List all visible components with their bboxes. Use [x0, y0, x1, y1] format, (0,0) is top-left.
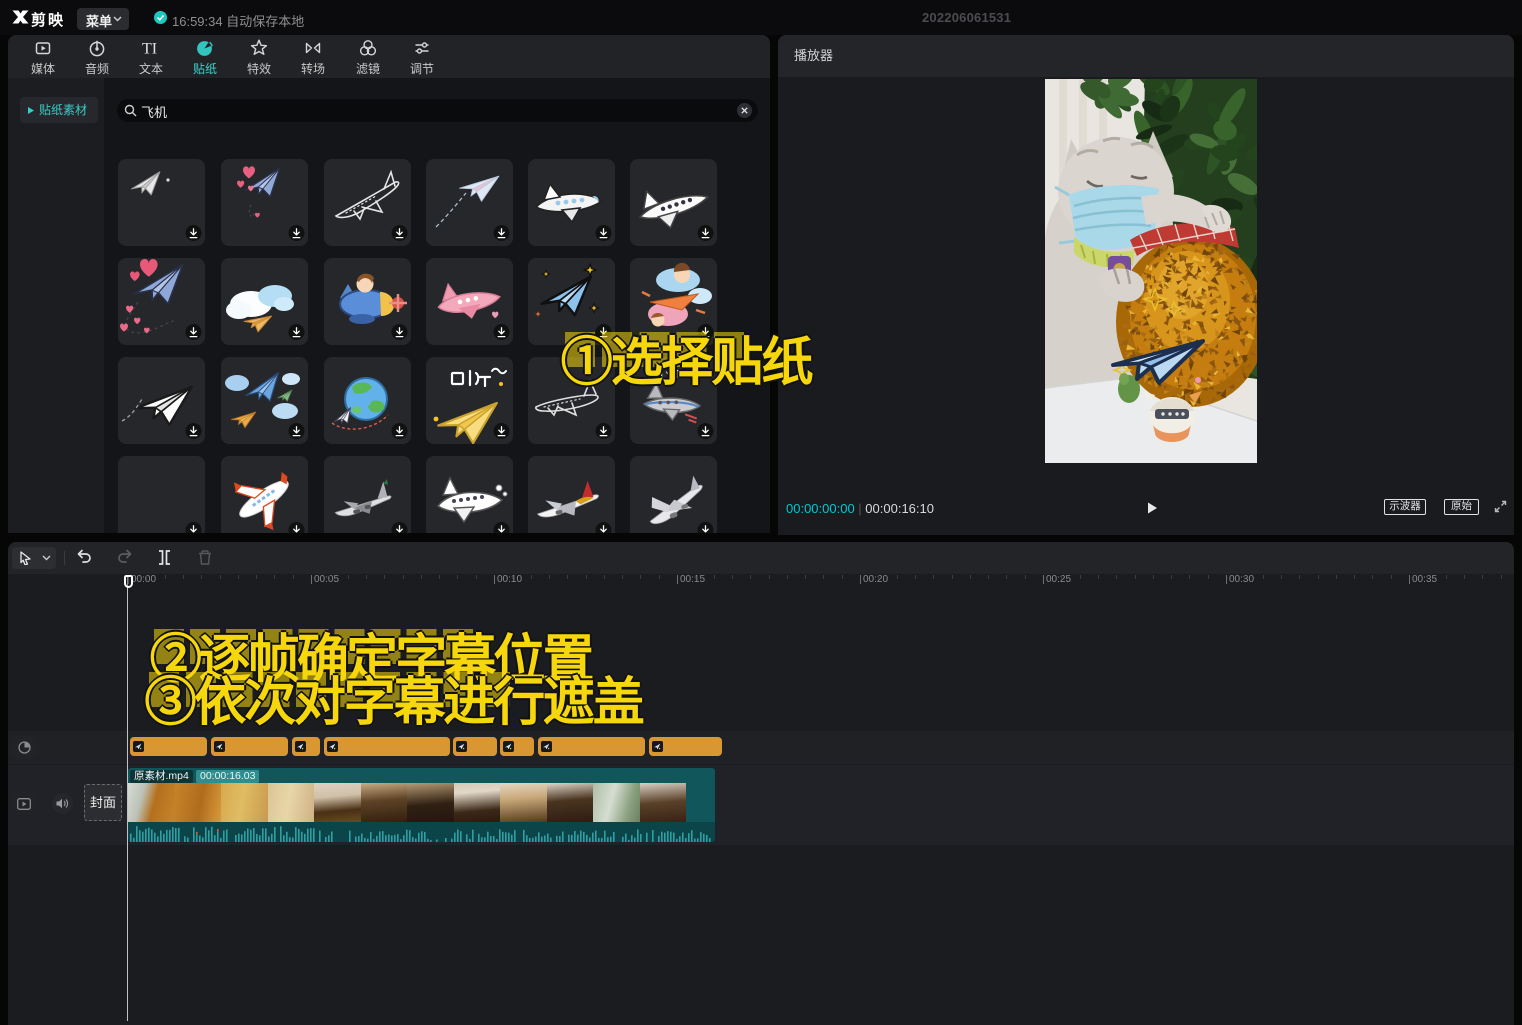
- svg-text:TI: TI: [142, 41, 157, 58]
